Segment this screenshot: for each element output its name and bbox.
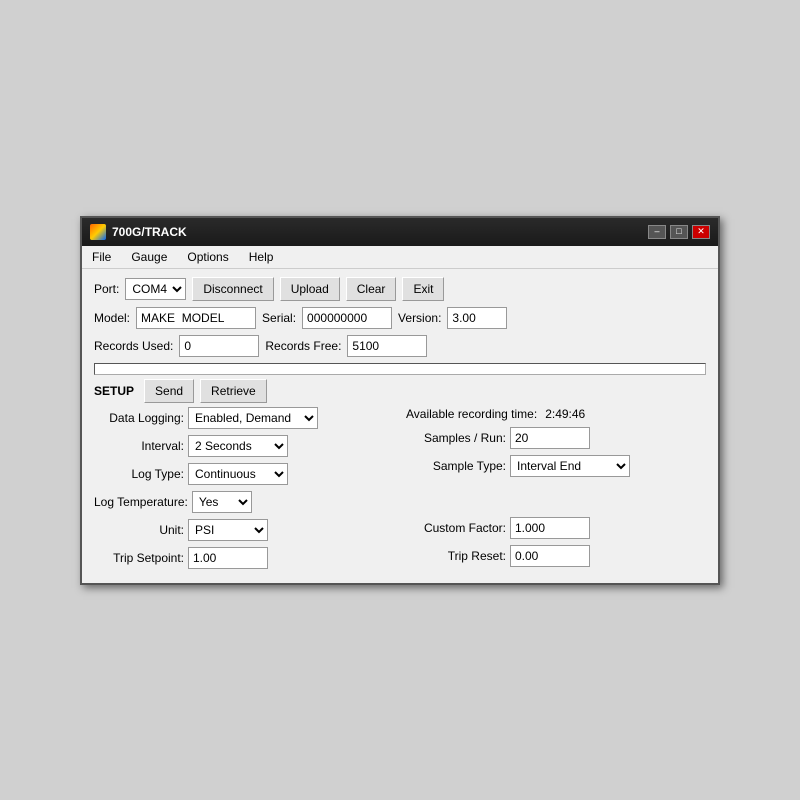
port-select[interactable]: COM4 — [125, 278, 186, 300]
records-used-field[interactable] — [179, 335, 259, 357]
available-time-label: Available recording time: — [406, 407, 537, 421]
maximize-button[interactable]: □ — [670, 225, 688, 239]
model-label: Model: — [94, 311, 130, 325]
data-logging-select[interactable]: Enabled, Demand Enabled, Continuous Disa… — [188, 407, 318, 429]
content-area: Port: COM4 Disconnect Upload Clear Exit … — [82, 269, 718, 583]
serial-label: Serial: — [262, 311, 296, 325]
model-field[interactable] — [136, 307, 256, 329]
menu-gauge[interactable]: Gauge — [125, 248, 173, 266]
menu-options[interactable]: Options — [181, 248, 234, 266]
data-logging-row: Data Logging: Enabled, Demand Enabled, C… — [94, 407, 394, 429]
close-button[interactable]: ✕ — [692, 225, 710, 239]
log-type-label: Log Type: — [94, 467, 184, 481]
custom-factor-field[interactable] — [510, 517, 590, 539]
records-used-label: Records Used: — [94, 339, 173, 353]
left-column: Data Logging: Enabled, Demand Enabled, C… — [94, 407, 394, 575]
port-label: Port: — [94, 282, 119, 296]
sample-type-row: Sample Type: Interval End Interval Start… — [406, 455, 706, 477]
upload-button[interactable]: Upload — [280, 277, 340, 301]
version-label: Version: — [398, 311, 441, 325]
available-time-value: 2:49:46 — [545, 407, 585, 421]
trip-setpoint-field[interactable] — [188, 547, 268, 569]
right-column: Available recording time: 2:49:46 Sample… — [406, 407, 706, 575]
progress-bar-container — [94, 363, 706, 375]
serial-field[interactable] — [302, 307, 392, 329]
log-temp-row: Log Temperature: Yes No — [94, 491, 394, 513]
exit-button[interactable]: Exit — [402, 277, 444, 301]
unit-row: Unit: PSI Bar kPa MPa — [94, 519, 394, 541]
custom-factor-label: Custom Factor: — [406, 521, 506, 535]
data-logging-label: Data Logging: — [94, 411, 184, 425]
log-type-select[interactable]: Continuous Single Shot — [188, 463, 288, 485]
disconnect-button[interactable]: Disconnect — [192, 277, 273, 301]
sample-type-select[interactable]: Interval End Interval Start Average — [510, 455, 630, 477]
send-button[interactable]: Send — [144, 379, 194, 403]
records-free-label: Records Free: — [265, 339, 341, 353]
samples-run-field[interactable] — [510, 427, 590, 449]
log-type-row: Log Type: Continuous Single Shot — [94, 463, 394, 485]
menu-file[interactable]: File — [86, 248, 117, 266]
main-window: 700G/TRACK – □ ✕ File Gauge Options Help… — [80, 216, 720, 585]
log-temp-select[interactable]: Yes No — [192, 491, 252, 513]
setup-label: SETUP — [94, 384, 134, 398]
setup-row: SETUP Send Retrieve — [94, 379, 706, 403]
interval-row: Interval: 1 Second 2 Seconds 5 Seconds 1… — [94, 435, 394, 457]
clear-button[interactable]: Clear — [346, 277, 397, 301]
samples-run-row: Samples / Run: — [406, 427, 706, 449]
trip-setpoint-label: Trip Setpoint: — [94, 551, 184, 565]
records-free-field[interactable] — [347, 335, 427, 357]
trip-setpoint-row: Trip Setpoint: — [94, 547, 394, 569]
menu-help[interactable]: Help — [243, 248, 280, 266]
retrieve-button[interactable]: Retrieve — [200, 379, 267, 403]
toolbar-row: Port: COM4 Disconnect Upload Clear Exit — [94, 277, 706, 301]
settings-grid: Data Logging: Enabled, Demand Enabled, C… — [94, 407, 706, 575]
samples-run-label: Samples / Run: — [406, 431, 506, 445]
spacer-row — [406, 483, 706, 511]
trip-reset-field[interactable] — [510, 545, 590, 567]
available-time-row: Available recording time: 2:49:46 — [406, 407, 706, 421]
app-icon — [90, 224, 106, 240]
menu-bar: File Gauge Options Help — [82, 246, 718, 269]
title-bar-left: 700G/TRACK — [90, 224, 187, 240]
records-row: Records Used: Records Free: — [94, 335, 706, 357]
device-info-row: Model: Serial: Version: — [94, 307, 706, 329]
minimize-button[interactable]: – — [648, 225, 666, 239]
log-temp-label: Log Temperature: — [94, 495, 188, 509]
version-field[interactable] — [447, 307, 507, 329]
interval-select[interactable]: 1 Second 2 Seconds 5 Seconds 10 Seconds … — [188, 435, 288, 457]
interval-label: Interval: — [94, 439, 184, 453]
unit-label: Unit: — [94, 523, 184, 537]
title-buttons: – □ ✕ — [648, 225, 710, 239]
sample-type-label: Sample Type: — [406, 459, 506, 473]
unit-select[interactable]: PSI Bar kPa MPa — [188, 519, 268, 541]
trip-reset-label: Trip Reset: — [406, 549, 506, 563]
window-title: 700G/TRACK — [112, 225, 187, 239]
trip-reset-row: Trip Reset: — [406, 545, 706, 567]
title-bar: 700G/TRACK – □ ✕ — [82, 218, 718, 246]
custom-factor-row: Custom Factor: — [406, 517, 706, 539]
